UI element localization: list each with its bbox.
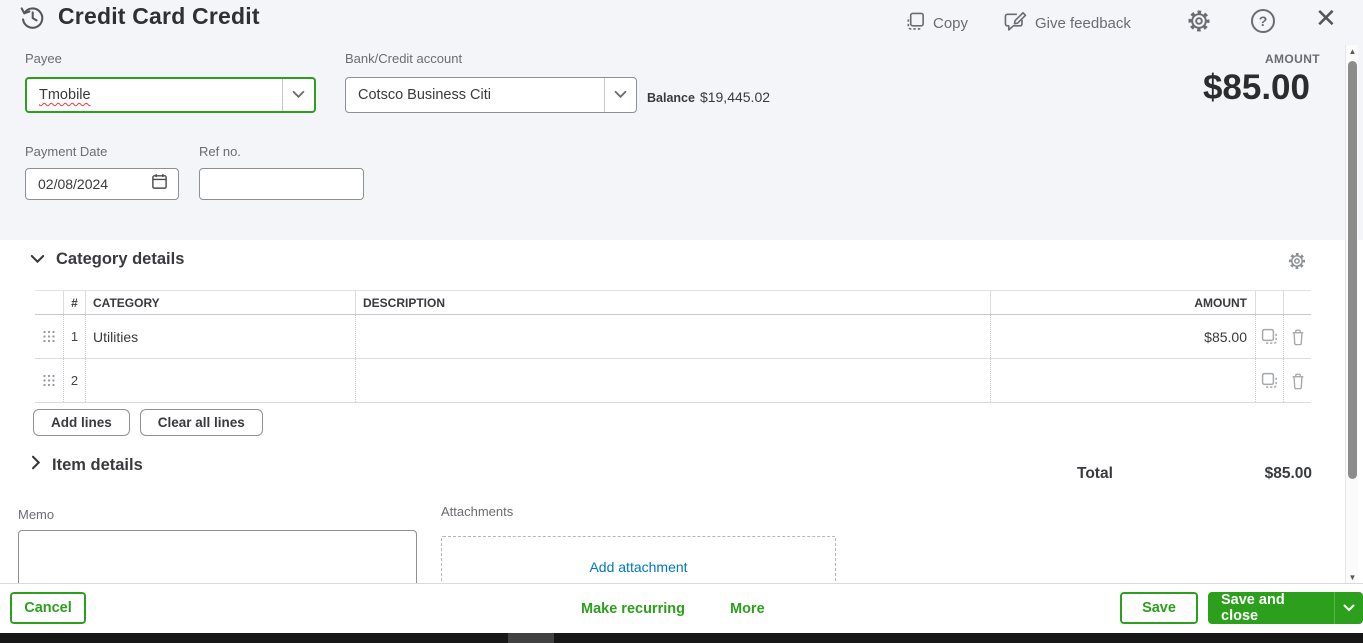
category-details-toggle[interactable]: Category details [30, 250, 184, 269]
account-input[interactable]: Cotsco Business Citi [345, 77, 637, 113]
cancel-button[interactable]: Cancel [10, 592, 86, 624]
table-header-row: # CATEGORY DESCRIPTION AMOUNT [35, 290, 1311, 315]
handle-column-header [35, 291, 63, 314]
payment-date-value: 02/08/2024 [38, 176, 109, 192]
chevron-down-icon [614, 86, 627, 104]
delete-line-icon[interactable] [1283, 359, 1311, 402]
category-details-title: Category details [56, 250, 185, 268]
feedback-icon [1003, 10, 1028, 37]
description-cell[interactable] [355, 359, 990, 402]
help-icon[interactable]: ? [1251, 9, 1275, 33]
horizontal-scrollbar[interactable] [0, 633, 1363, 643]
save-and-close-label[interactable]: Save and close [1208, 592, 1334, 624]
amount-column-header: AMOUNT [990, 291, 1255, 314]
description-cell[interactable] [355, 315, 990, 358]
recent-transactions-icon[interactable] [19, 4, 46, 36]
payment-date-label: Payment Date [25, 144, 108, 159]
save-and-close-dropdown[interactable] [1334, 592, 1363, 624]
copy-icon [905, 11, 926, 36]
add-lines-button[interactable]: Add lines [33, 409, 130, 436]
credit-card-credit-form: Credit Card Credit Copy Give feedback ? … [0, 0, 1363, 643]
total-label: Total [1077, 465, 1113, 482]
scroll-up-arrow[interactable]: ▲ [1346, 46, 1359, 58]
table-row: 1 Utilities $85.00 [35, 315, 1311, 359]
amount-cell[interactable]: $85.00 [990, 315, 1255, 358]
payee-value: Tmobile [39, 87, 91, 103]
give-feedback-button[interactable]: Give feedback [1003, 10, 1131, 37]
copy-column-header [1255, 291, 1283, 314]
payee-label: Payee [25, 51, 62, 66]
vertical-scrollbar[interactable]: ▲ ▼ [1345, 45, 1358, 585]
description-column-header: DESCRIPTION [355, 291, 990, 314]
account-balance: Balance $19,445.02 [647, 89, 770, 105]
amount-value: $85.00 [1202, 68, 1310, 107]
attachments-label: Attachments [441, 504, 514, 519]
copy-label: Copy [933, 15, 969, 32]
row-number: 1 [63, 315, 85, 358]
copy-button[interactable]: Copy [905, 11, 968, 36]
memo-input[interactable] [18, 530, 417, 590]
chevron-down-icon [30, 251, 45, 269]
ref-no-label: Ref no. [199, 144, 241, 159]
drag-handle[interactable] [35, 315, 63, 358]
category-cell[interactable]: Utilities [85, 315, 355, 358]
settings-gear-icon[interactable] [1186, 8, 1212, 39]
calendar-icon [151, 173, 168, 195]
give-feedback-label: Give feedback [1035, 15, 1131, 32]
total-value: $85.00 [1264, 465, 1312, 482]
account-dropdown-button[interactable] [604, 78, 636, 112]
vertical-scrollbar-thumb[interactable] [1348, 61, 1357, 479]
drag-handle[interactable] [35, 359, 63, 402]
chevron-down-icon [1343, 599, 1355, 617]
chevron-down-icon [292, 86, 305, 104]
make-recurring-link[interactable]: Make recurring [581, 601, 685, 617]
duplicate-line-icon[interactable] [1255, 315, 1283, 358]
clear-all-lines-button[interactable]: Clear all lines [139, 409, 263, 436]
save-button[interactable]: Save [1120, 592, 1198, 624]
account-value: Cotsco Business Citi [358, 87, 491, 103]
save-and-close-button[interactable]: Save and close [1208, 592, 1363, 624]
item-details-toggle[interactable]: Item details [31, 455, 143, 475]
chevron-right-icon [31, 455, 41, 475]
category-lines-table: # CATEGORY DESCRIPTION AMOUNT 1 Utilitie… [35, 290, 1311, 403]
table-row: 2 [35, 359, 1311, 403]
payee-input[interactable]: Tmobile [25, 77, 316, 113]
payee-dropdown-button[interactable] [282, 79, 314, 111]
footer-bar: Cancel Make recurring More Save Save and… [0, 583, 1363, 633]
horizontal-scrollbar-thumb[interactable] [508, 633, 554, 643]
payment-date-input[interactable]: 02/08/2024 [25, 168, 179, 200]
page-title: Credit Card Credit [58, 3, 260, 29]
item-details-title: Item details [52, 455, 143, 474]
table-settings-gear-icon[interactable] [1287, 251, 1307, 276]
duplicate-line-icon[interactable] [1255, 359, 1283, 402]
delete-line-icon[interactable] [1283, 315, 1311, 358]
ref-no-input[interactable] [199, 168, 364, 200]
account-label: Bank/Credit account [345, 51, 463, 66]
form-header-panel: Credit Card Credit Copy Give feedback ? … [0, 0, 1363, 240]
memo-label: Memo [18, 507, 55, 522]
trash-column-header [1283, 291, 1311, 314]
add-attachment-dropzone[interactable]: Add attachment [441, 536, 836, 590]
num-column-header: # [63, 291, 85, 314]
row-number: 2 [63, 359, 85, 402]
more-link[interactable]: More [730, 601, 765, 617]
category-column-header: CATEGORY [85, 291, 355, 314]
balance-label: Balance [647, 91, 695, 105]
category-cell[interactable] [85, 359, 355, 402]
amount-cell[interactable] [990, 359, 1255, 402]
add-attachment-link[interactable]: Add attachment [589, 559, 687, 575]
balance-value: $19,445.02 [699, 89, 771, 105]
close-icon[interactable]: ✕ [1315, 4, 1337, 32]
amount-label: AMOUNT [1264, 52, 1320, 66]
calendar-button[interactable] [151, 169, 178, 199]
